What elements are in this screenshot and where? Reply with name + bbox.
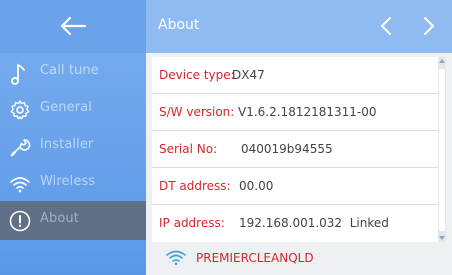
info-row-ip-address: IP address: 192.168.001.032 Linked — [152, 205, 438, 241]
sidebar-item-label: About — [40, 211, 79, 226]
info-row-sw-version: S/W version: V1.6.2.1812181311-00 — [152, 94, 438, 130]
scroll-down-arrow-icon[interactable] — [439, 236, 445, 240]
gear-icon — [10, 100, 30, 120]
info-value: V1.6.2.1812181311-00 — [238, 105, 377, 119]
info-value: 192.168.001.032 Linked — [239, 216, 389, 230]
info-value: 040019b94555 — [241, 142, 333, 156]
back-arrow-icon — [60, 16, 87, 36]
wifi-icon — [166, 250, 186, 266]
sidebar-item-label: General — [40, 100, 92, 115]
sidebar-item-wireless[interactable]: Wireless — [0, 164, 146, 203]
wifi-ssid: PREMIERCLEANQLD — [196, 251, 314, 265]
wifi-status-bar: PREMIERCLEANQLD — [146, 243, 452, 275]
info-row-dt-address: DT address: 00.00 — [152, 168, 438, 204]
info-key: Device type: — [159, 68, 235, 82]
info-row-device-type: Device type: DX47 — [152, 57, 438, 93]
page-title: About — [158, 17, 200, 33]
sidebar: Call tune General Installer Wireless Abo… — [0, 0, 146, 275]
sidebar-item-call-tune[interactable]: Call tune — [0, 53, 146, 92]
about-panel: Device type: DX47 S/W version: V1.6.2.18… — [152, 57, 438, 242]
info-value: DX47 — [232, 68, 265, 82]
info-value: 00.00 — [239, 179, 274, 193]
sidebar-item-general[interactable]: General — [0, 90, 146, 129]
sidebar-item-installer[interactable]: Installer — [0, 127, 146, 166]
content-area: Device type: DX47 S/W version: V1.6.2.18… — [146, 53, 452, 275]
info-icon — [9, 210, 31, 232]
wifi-icon — [10, 177, 30, 193]
music-note-icon — [11, 63, 25, 85]
scrollbar[interactable] — [438, 57, 446, 242]
sidebar-item-label: Wireless — [40, 174, 96, 189]
info-key: DT address: — [159, 179, 231, 193]
scroll-thumb[interactable] — [439, 69, 445, 231]
header-bar: About — [146, 0, 452, 53]
chevron-left-icon[interactable] — [375, 15, 399, 37]
scroll-up-arrow-icon[interactable] — [439, 59, 445, 63]
wrench-icon — [10, 139, 31, 157]
chevron-right-icon[interactable] — [416, 15, 440, 37]
back-button[interactable] — [0, 0, 146, 53]
sidebar-item-label: Call tune — [40, 63, 99, 78]
info-key: IP address: — [159, 216, 225, 230]
info-key: S/W version: — [159, 105, 235, 119]
info-row-serial-no: Serial No: 040019b94555 — [152, 131, 438, 167]
sidebar-item-about[interactable]: About — [0, 201, 146, 240]
info-key: Serial No: — [159, 142, 218, 156]
sidebar-item-label: Installer — [40, 137, 94, 152]
